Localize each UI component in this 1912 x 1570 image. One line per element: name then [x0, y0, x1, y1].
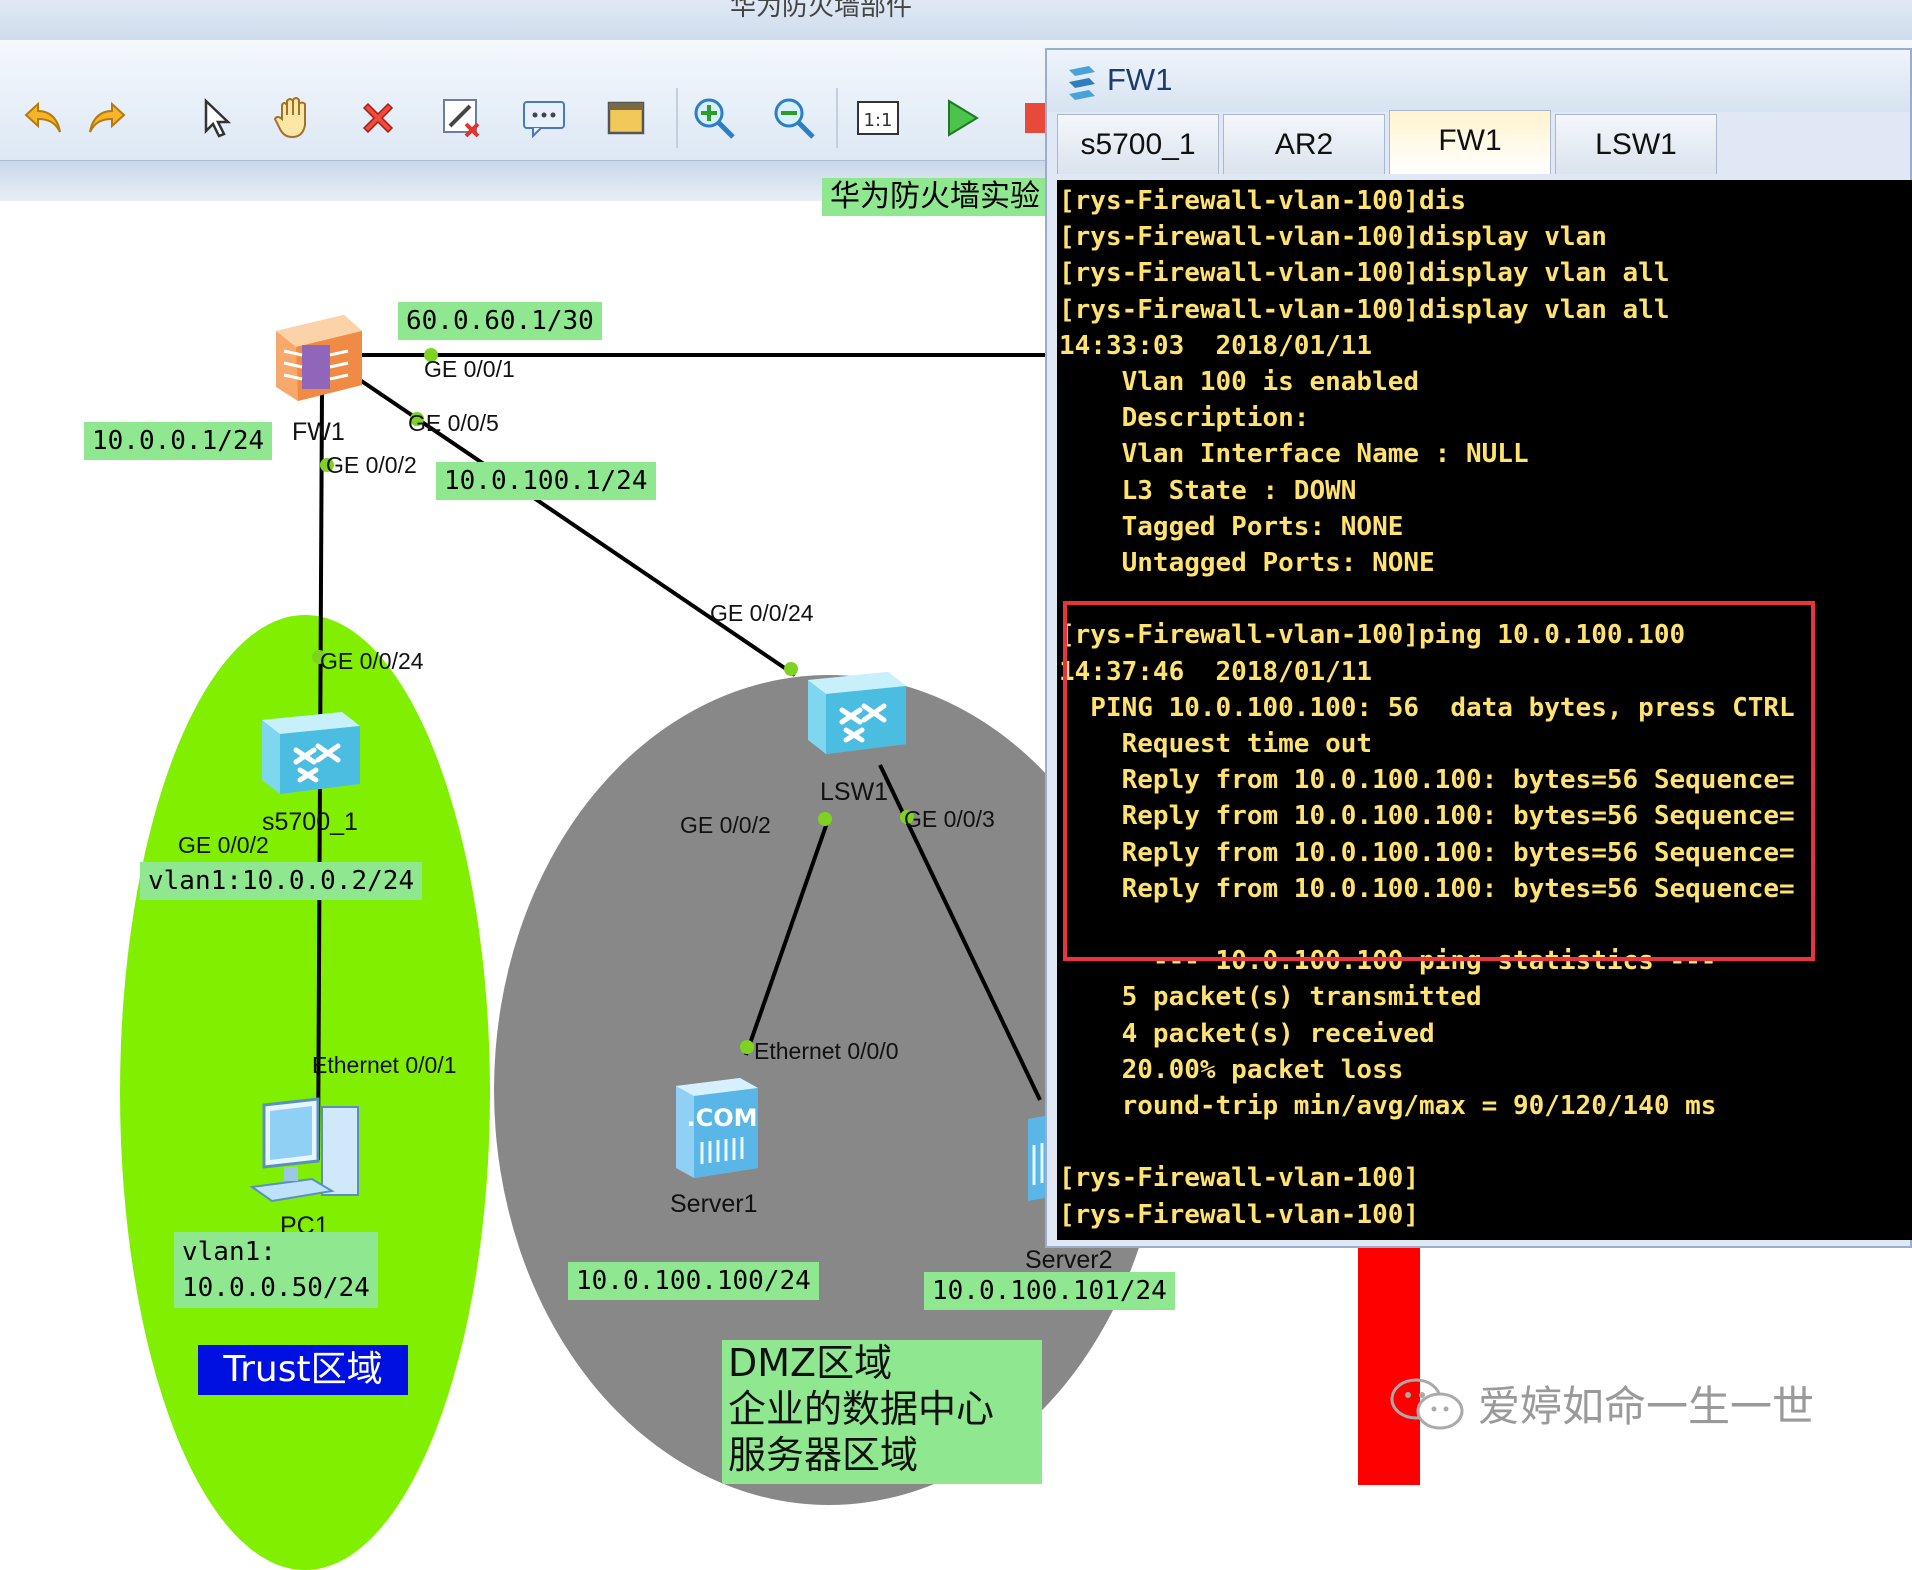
terminal-line: Description:	[1059, 403, 1310, 434]
device-label-server1: Server1	[670, 1190, 758, 1218]
port-label: Ethernet 0/0/1	[312, 1052, 457, 1078]
trust-zone-label: Trust区域	[198, 1345, 408, 1395]
terminal-line: [rys-Firewall-vlan-100]	[1059, 1199, 1420, 1230]
topology-heading: 华为防火墙实验	[822, 178, 1048, 216]
zoom-out-icon[interactable]	[768, 92, 820, 144]
ip-label-pc1-line2: 10.0.0.50/24	[182, 1273, 370, 1303]
topology-canvas[interactable]: 华为防火墙实验 FW1 s5700_1 LSW1 PC1 .COM Server…	[0, 160, 1175, 1570]
server-icon[interactable]: .COM	[668, 1072, 768, 1186]
pointer-icon[interactable]	[190, 92, 242, 144]
ping-highlight-box	[1063, 601, 1815, 961]
pc-icon[interactable]	[242, 1095, 372, 1219]
ip-label-s5700-vlan: vlan1:10.0.0.2/24	[140, 862, 423, 900]
port-label: GE 0/0/24	[320, 648, 424, 674]
port-dot	[784, 662, 798, 676]
link-lsw1-server1[interactable]	[744, 819, 830, 1056]
terminal-line: L3 State : DOWN	[1059, 475, 1357, 506]
terminal-line: Vlan Interface Name : NULL	[1059, 439, 1529, 470]
console-titlebar[interactable]: FW1	[1047, 50, 1910, 112]
switch-icon[interactable]	[802, 660, 912, 764]
red-annotation-bar	[1358, 1248, 1420, 1485]
tab-lsw1[interactable]: LSW1	[1555, 114, 1717, 174]
text-note-icon[interactable]	[518, 92, 570, 144]
topology-links	[316, 353, 1060, 1161]
delete-link-icon[interactable]	[436, 92, 488, 144]
terminal-line: [rys-Firewall-vlan-100]dis	[1059, 186, 1466, 216]
svg-text:.COM: .COM	[686, 1104, 757, 1132]
toolbar-separator	[676, 88, 678, 148]
delete-icon[interactable]	[352, 92, 404, 144]
terminal-line: [rys-Firewall-vlan-100]display vlan	[1059, 222, 1607, 253]
terminal-line: Vlan 100 is enabled	[1059, 367, 1420, 397]
toolbar-separator	[836, 88, 838, 148]
port-label: GE 0/0/3	[904, 806, 995, 832]
console-title: FW1	[1107, 62, 1173, 97]
start-icon[interactable]	[936, 92, 988, 144]
undo-icon[interactable]	[18, 92, 70, 144]
port-label: GE 0/0/5	[408, 410, 499, 436]
device-label-fw1: FW1	[292, 418, 345, 446]
wechat-icon	[1390, 1378, 1464, 1430]
port-label: GE 0/0/2	[178, 832, 269, 858]
ip-label-pc1: vlan1: 10.0.0.50/24	[174, 1232, 378, 1308]
terminal-line: [rys-Firewall-vlan-100]	[1059, 1163, 1420, 1194]
port-label: GE 0/0/2	[680, 812, 771, 838]
port-label: GE 0/0/2	[326, 452, 417, 478]
terminal-line: 5 packet(s) transmitted	[1059, 982, 1482, 1013]
window-titlebar: 华为防火墙部件	[0, 0, 1912, 40]
ip-label-fw-dmz: 10.0.100.1/24	[436, 462, 656, 500]
watermark: 爱婷如命一生一世	[1388, 1373, 1814, 1433]
rectangle-icon[interactable]	[600, 92, 652, 144]
tab-fw1[interactable]: FW1	[1389, 110, 1551, 174]
terminal-line: [rys-Firewall-vlan-100]display vlan all	[1059, 294, 1670, 325]
svg-text:1:1: 1:1	[864, 110, 893, 131]
terminal-line: [rys-Firewall-vlan-100]display vlan all	[1059, 258, 1670, 289]
terminal-line: 14:33:03 2018/01/11	[1059, 330, 1373, 361]
device-label-s5700: s5700_1	[262, 808, 358, 836]
fit-view-icon[interactable]: 1:1	[852, 92, 904, 144]
hand-icon[interactable]	[268, 92, 320, 144]
dmz-zone-label-line2: 企业的数据中心	[728, 1387, 995, 1431]
console-app-icon	[1063, 62, 1101, 106]
tab-ar2[interactable]: AR2	[1223, 114, 1385, 174]
ip-label-server2: 10.0.100.101/24	[924, 1272, 1175, 1310]
port-dot	[818, 812, 832, 826]
zoom-in-icon[interactable]	[688, 92, 740, 144]
device-label-server2: Server2	[1025, 1246, 1113, 1274]
dmz-zone-label: DMZ区域 企业的数据中心 服务器区域	[722, 1340, 1042, 1484]
dmz-zone-label-line1: DMZ区域	[728, 1341, 893, 1385]
terminal-line: 4 packet(s) received	[1059, 1018, 1435, 1049]
device-label-lsw1: LSW1	[820, 778, 889, 806]
dmz-zone-label-line3: 服务器区域	[728, 1433, 919, 1477]
ip-label-fw-outside: 60.0.60.1/30	[398, 302, 602, 340]
port-label: GE 0/0/1	[424, 356, 515, 382]
tab-s5700-1[interactable]: s5700_1	[1057, 114, 1219, 174]
ip-label-server1: 10.0.100.100/24	[568, 1262, 819, 1300]
firewall-icon[interactable]	[268, 305, 368, 409]
terminal-line: Tagged Ports: NONE	[1059, 511, 1404, 542]
redo-icon[interactable]	[80, 92, 132, 144]
terminal-line: Untagged Ports: NONE	[1059, 548, 1435, 578]
watermark-text: 爱婷如命一生一世	[1478, 1381, 1815, 1431]
port-dot	[740, 1040, 754, 1054]
switch-icon[interactable]	[256, 700, 366, 804]
terminal-line: 20.00% packet loss	[1059, 1054, 1404, 1085]
console-tabs: s5700_1 AR2 FW1 LSW1	[1057, 110, 1907, 180]
ip-label-pc1-line1: vlan1:	[182, 1237, 276, 1267]
port-label: Ethernet 0/0/0	[754, 1038, 899, 1064]
terminal-line: round-trip min/avg/max = 90/120/140 ms	[1059, 1091, 1717, 1121]
port-label: GE 0/0/24	[710, 600, 814, 626]
window-title: 华为防火墙部件	[730, 0, 913, 22]
ip-label-fw-trust: 10.0.0.1/24	[84, 422, 273, 460]
